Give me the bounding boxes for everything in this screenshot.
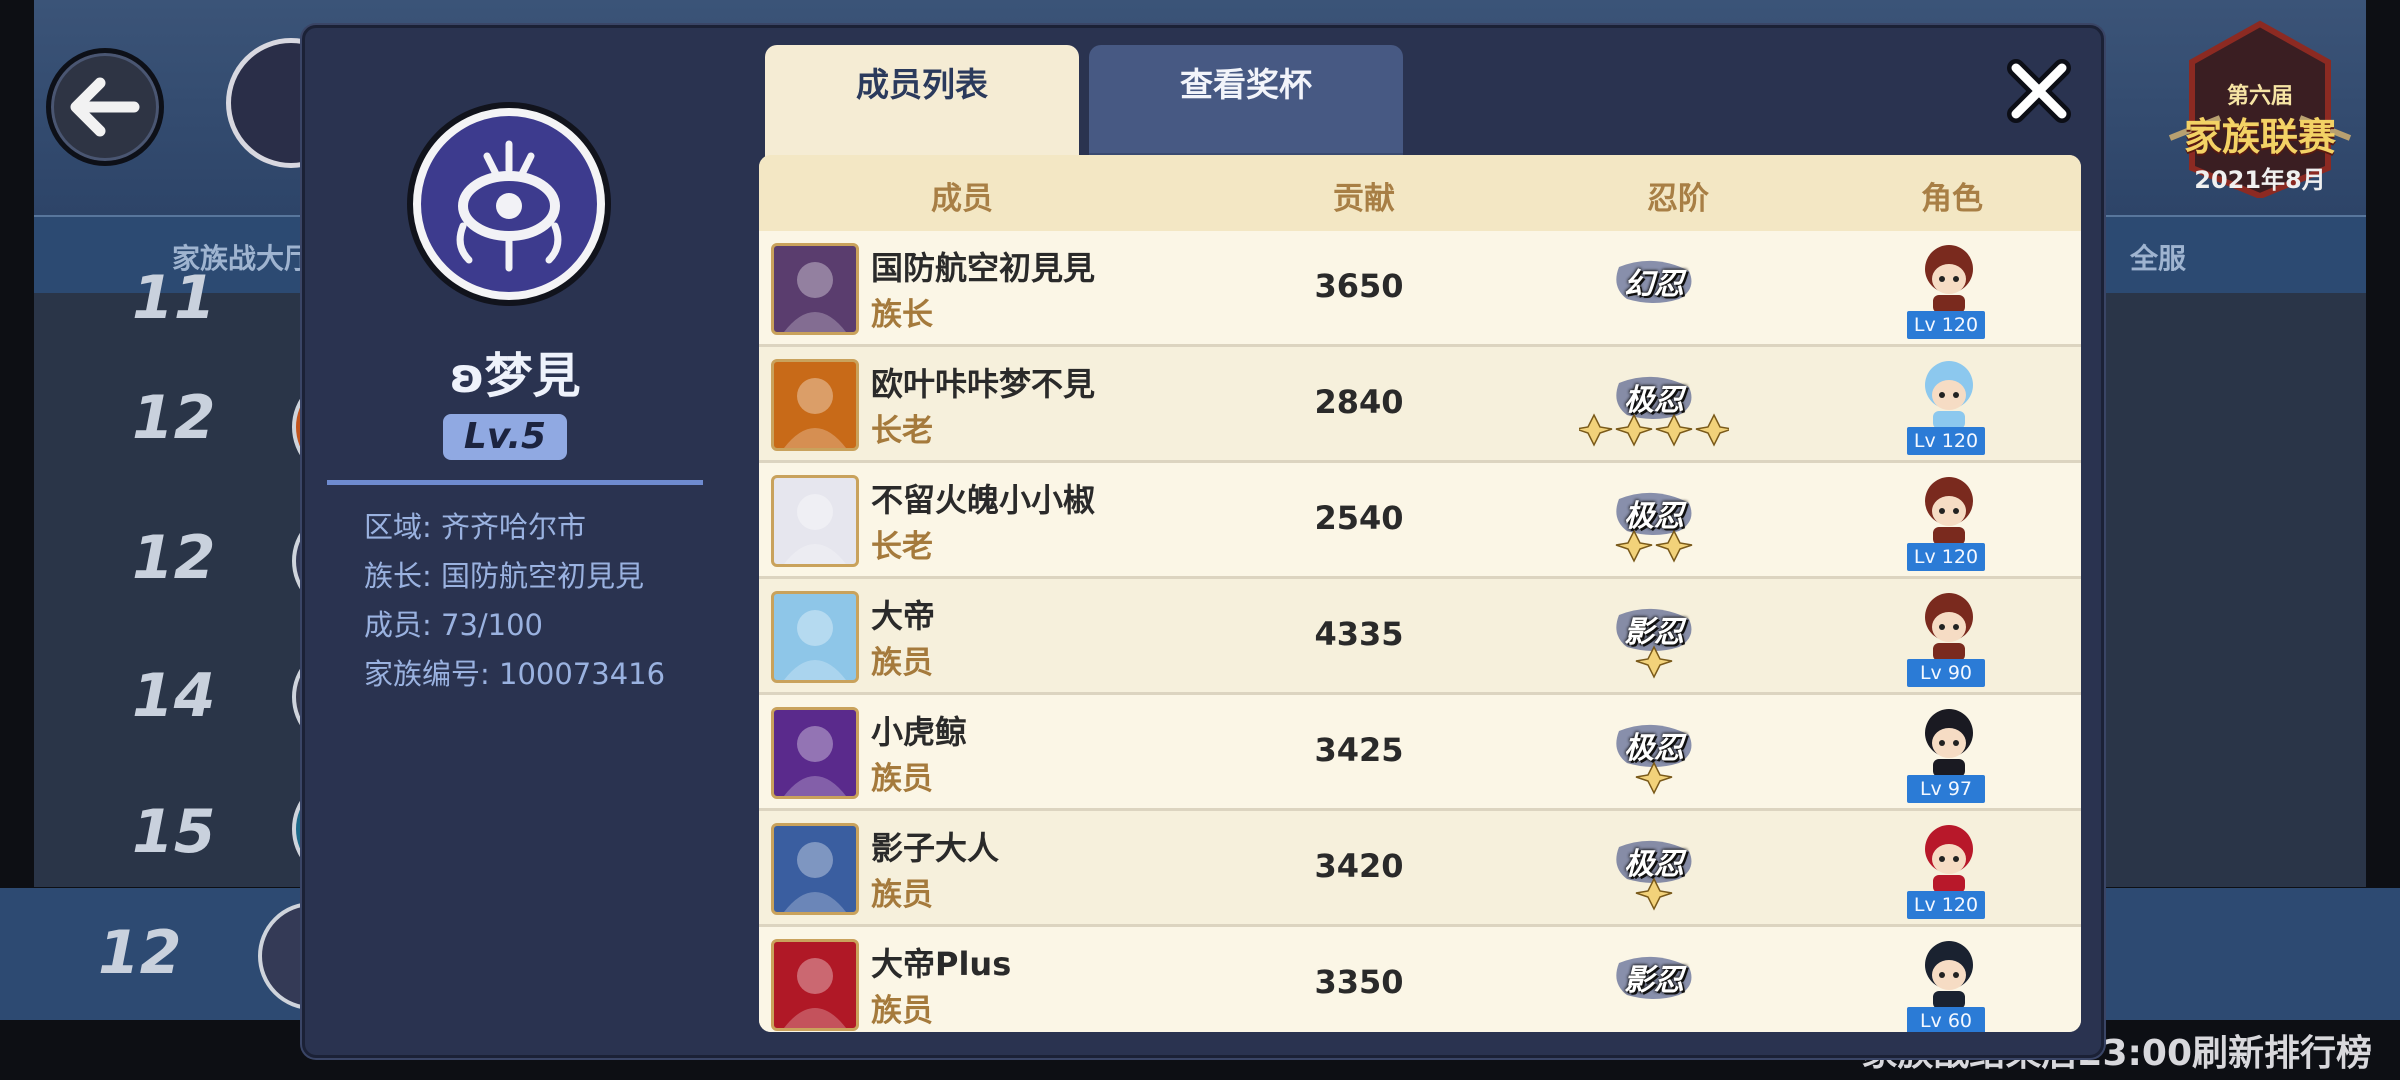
member-name: 大帝 bbox=[871, 597, 936, 635]
close-button[interactable] bbox=[2001, 53, 2077, 129]
ninja-rank-text: 极忍 bbox=[1624, 847, 1684, 882]
my-family-rank: 12 bbox=[98, 918, 182, 988]
event-badge-date: 2021年8月 bbox=[2194, 166, 2326, 194]
family-member-count: 成员: 73/100 bbox=[364, 608, 544, 642]
back-button[interactable] bbox=[46, 48, 164, 166]
member-avatar[interactable] bbox=[771, 707, 859, 799]
ninja-rank-badge: 极忍 bbox=[1579, 365, 1729, 447]
character-level: Lv 120 bbox=[1907, 427, 1985, 455]
ninja-rank-text: 极忍 bbox=[1624, 499, 1684, 534]
member-row[interactable]: 不留火魄小小椒 长老 2540 极忍 Lv 120 bbox=[759, 463, 2081, 579]
character-level: Lv 97 bbox=[1907, 775, 1985, 803]
member-name: 不留火魄小小椒 bbox=[871, 481, 1096, 519]
character-level: Lv 120 bbox=[1907, 891, 1985, 919]
ranking-number: 12 bbox=[132, 523, 216, 593]
tab-member-list[interactable]: 成员列表 bbox=[765, 45, 1079, 159]
ninja-rank-badge: 极忍 bbox=[1579, 481, 1729, 563]
header-member: 成员 bbox=[931, 181, 993, 217]
family-emblem bbox=[413, 108, 605, 300]
character-level: Lv 120 bbox=[1907, 311, 1985, 339]
ninja-rank-text: 极忍 bbox=[1624, 731, 1684, 766]
ninja-rank-text: 影忍 bbox=[1624, 963, 1684, 998]
member-row[interactable]: 国防航空初見見 族长 3650 幻忍 Lv 120 bbox=[759, 231, 2081, 347]
member-avatar[interactable] bbox=[771, 939, 859, 1031]
member-table: 成员 贡献 忍阶 角色 国防航空初見見 族长 3650 幻忍 Lv 120 欧叶咔咔梦不見… bbox=[759, 155, 2081, 1032]
member-table-header: 成员 贡献 忍阶 角色 bbox=[759, 155, 2081, 231]
back-arrow-icon bbox=[70, 77, 140, 137]
family-name: ʚ梦見 bbox=[449, 348, 581, 404]
member-contribution: 3350 bbox=[1314, 963, 1404, 1001]
tab-view-trophy[interactable]: 查看奖杯 bbox=[1089, 45, 1403, 159]
member-avatar[interactable] bbox=[771, 475, 859, 567]
member-contribution: 3420 bbox=[1314, 847, 1404, 885]
member-row[interactable]: 欧叶咔咔梦不見 长老 2840 极忍 Lv 120 bbox=[759, 347, 2081, 463]
member-name: 欧叶咔咔梦不見 bbox=[871, 365, 1096, 403]
family-region: 区域: 齐齐哈尔市 bbox=[364, 510, 586, 544]
family-info-dialog: ʚ梦見 Lv.5 区域: 齐齐哈尔市 族长: 国防航空初見見 成员: 73/10… bbox=[302, 25, 2104, 1058]
member-row[interactable]: 大帝Plus 族员 3350 影忍 Lv 60 bbox=[759, 927, 2081, 1032]
ninja-rank-badge: 极忍 bbox=[1579, 829, 1729, 911]
member-name: 国防航空初見見 bbox=[871, 249, 1096, 287]
character-level: Lv 90 bbox=[1907, 659, 1985, 687]
member-name: 影子大人 bbox=[871, 829, 1000, 867]
member-avatar[interactable] bbox=[771, 823, 859, 915]
ninja-rank-badge: 影忍 bbox=[1579, 597, 1729, 679]
member-contribution: 4335 bbox=[1314, 615, 1404, 653]
close-icon bbox=[2007, 59, 2071, 123]
member-contribution: 2840 bbox=[1314, 383, 1404, 421]
event-badge[interactable]: 第六届 家族联赛 2021年8月 bbox=[2160, 18, 2360, 198]
member-role: 族长 bbox=[871, 297, 933, 333]
ranking-number: 12 bbox=[132, 383, 216, 453]
family-level-badge: Lv.5 bbox=[443, 414, 567, 460]
member-avatar[interactable] bbox=[771, 359, 859, 451]
member-role: 长老 bbox=[871, 529, 933, 565]
character-level: Lv 120 bbox=[1907, 543, 1985, 571]
ranking-number: 14 bbox=[132, 661, 216, 731]
member-name: 大帝Plus bbox=[871, 945, 1012, 983]
member-avatar[interactable] bbox=[771, 243, 859, 335]
member-contribution: 3650 bbox=[1314, 267, 1404, 305]
ranking-number: 15 bbox=[132, 797, 216, 867]
member-role: 族员 bbox=[871, 761, 933, 797]
dream-eye-icon bbox=[456, 140, 562, 272]
member-role: 族员 bbox=[871, 645, 933, 681]
header-character: 角色 bbox=[1921, 181, 1983, 217]
member-row[interactable]: 小虎鲸族员 3425 极忍 Lv 97 bbox=[759, 695, 2081, 811]
header-contribution: 贡献 bbox=[1333, 181, 1395, 217]
member-name: 小虎鲸 bbox=[871, 713, 968, 751]
ninja-rank-badge: 影忍 bbox=[1579, 945, 1729, 1025]
event-badge-title: 家族联赛 bbox=[2183, 115, 2336, 159]
ninja-rank-badge: 幻忍 bbox=[1579, 249, 1729, 329]
character-level: Lv 60 bbox=[1907, 1007, 1985, 1032]
member-role: 族员 bbox=[871, 877, 933, 913]
family-leader: 族长: 国防航空初見見 bbox=[364, 559, 644, 593]
nav-item-all-servers[interactable]: 全服 bbox=[2130, 237, 2186, 277]
header-ninja-rank: 忍阶 bbox=[1647, 181, 1709, 217]
ninja-rank-badge: 极忍 bbox=[1579, 713, 1729, 795]
member-role: 长老 bbox=[871, 413, 933, 449]
member-row[interactable]: 影子大人族员 3420 极忍 Lv 120 bbox=[759, 811, 2081, 927]
member-row[interactable]: 大帝族员 4335 影忍 Lv 90 bbox=[759, 579, 2081, 695]
member-avatar[interactable] bbox=[771, 591, 859, 683]
ninja-rank-text: 幻忍 bbox=[1624, 267, 1684, 302]
member-role: 族员 bbox=[871, 993, 933, 1029]
divider bbox=[327, 480, 703, 485]
member-contribution: 2540 bbox=[1314, 499, 1404, 537]
family-summary-panel: ʚ梦見 Lv.5 区域: 齐齐哈尔市 族长: 国防航空初見見 成员: 73/10… bbox=[305, 28, 725, 1055]
ranking-number: 11 bbox=[132, 263, 216, 333]
family-id: 家族编号: 100073416 bbox=[364, 657, 666, 691]
ninja-rank-text: 影忍 bbox=[1624, 615, 1684, 650]
member-contribution: 3425 bbox=[1314, 731, 1404, 769]
ninja-rank-text: 极忍 bbox=[1624, 383, 1684, 418]
